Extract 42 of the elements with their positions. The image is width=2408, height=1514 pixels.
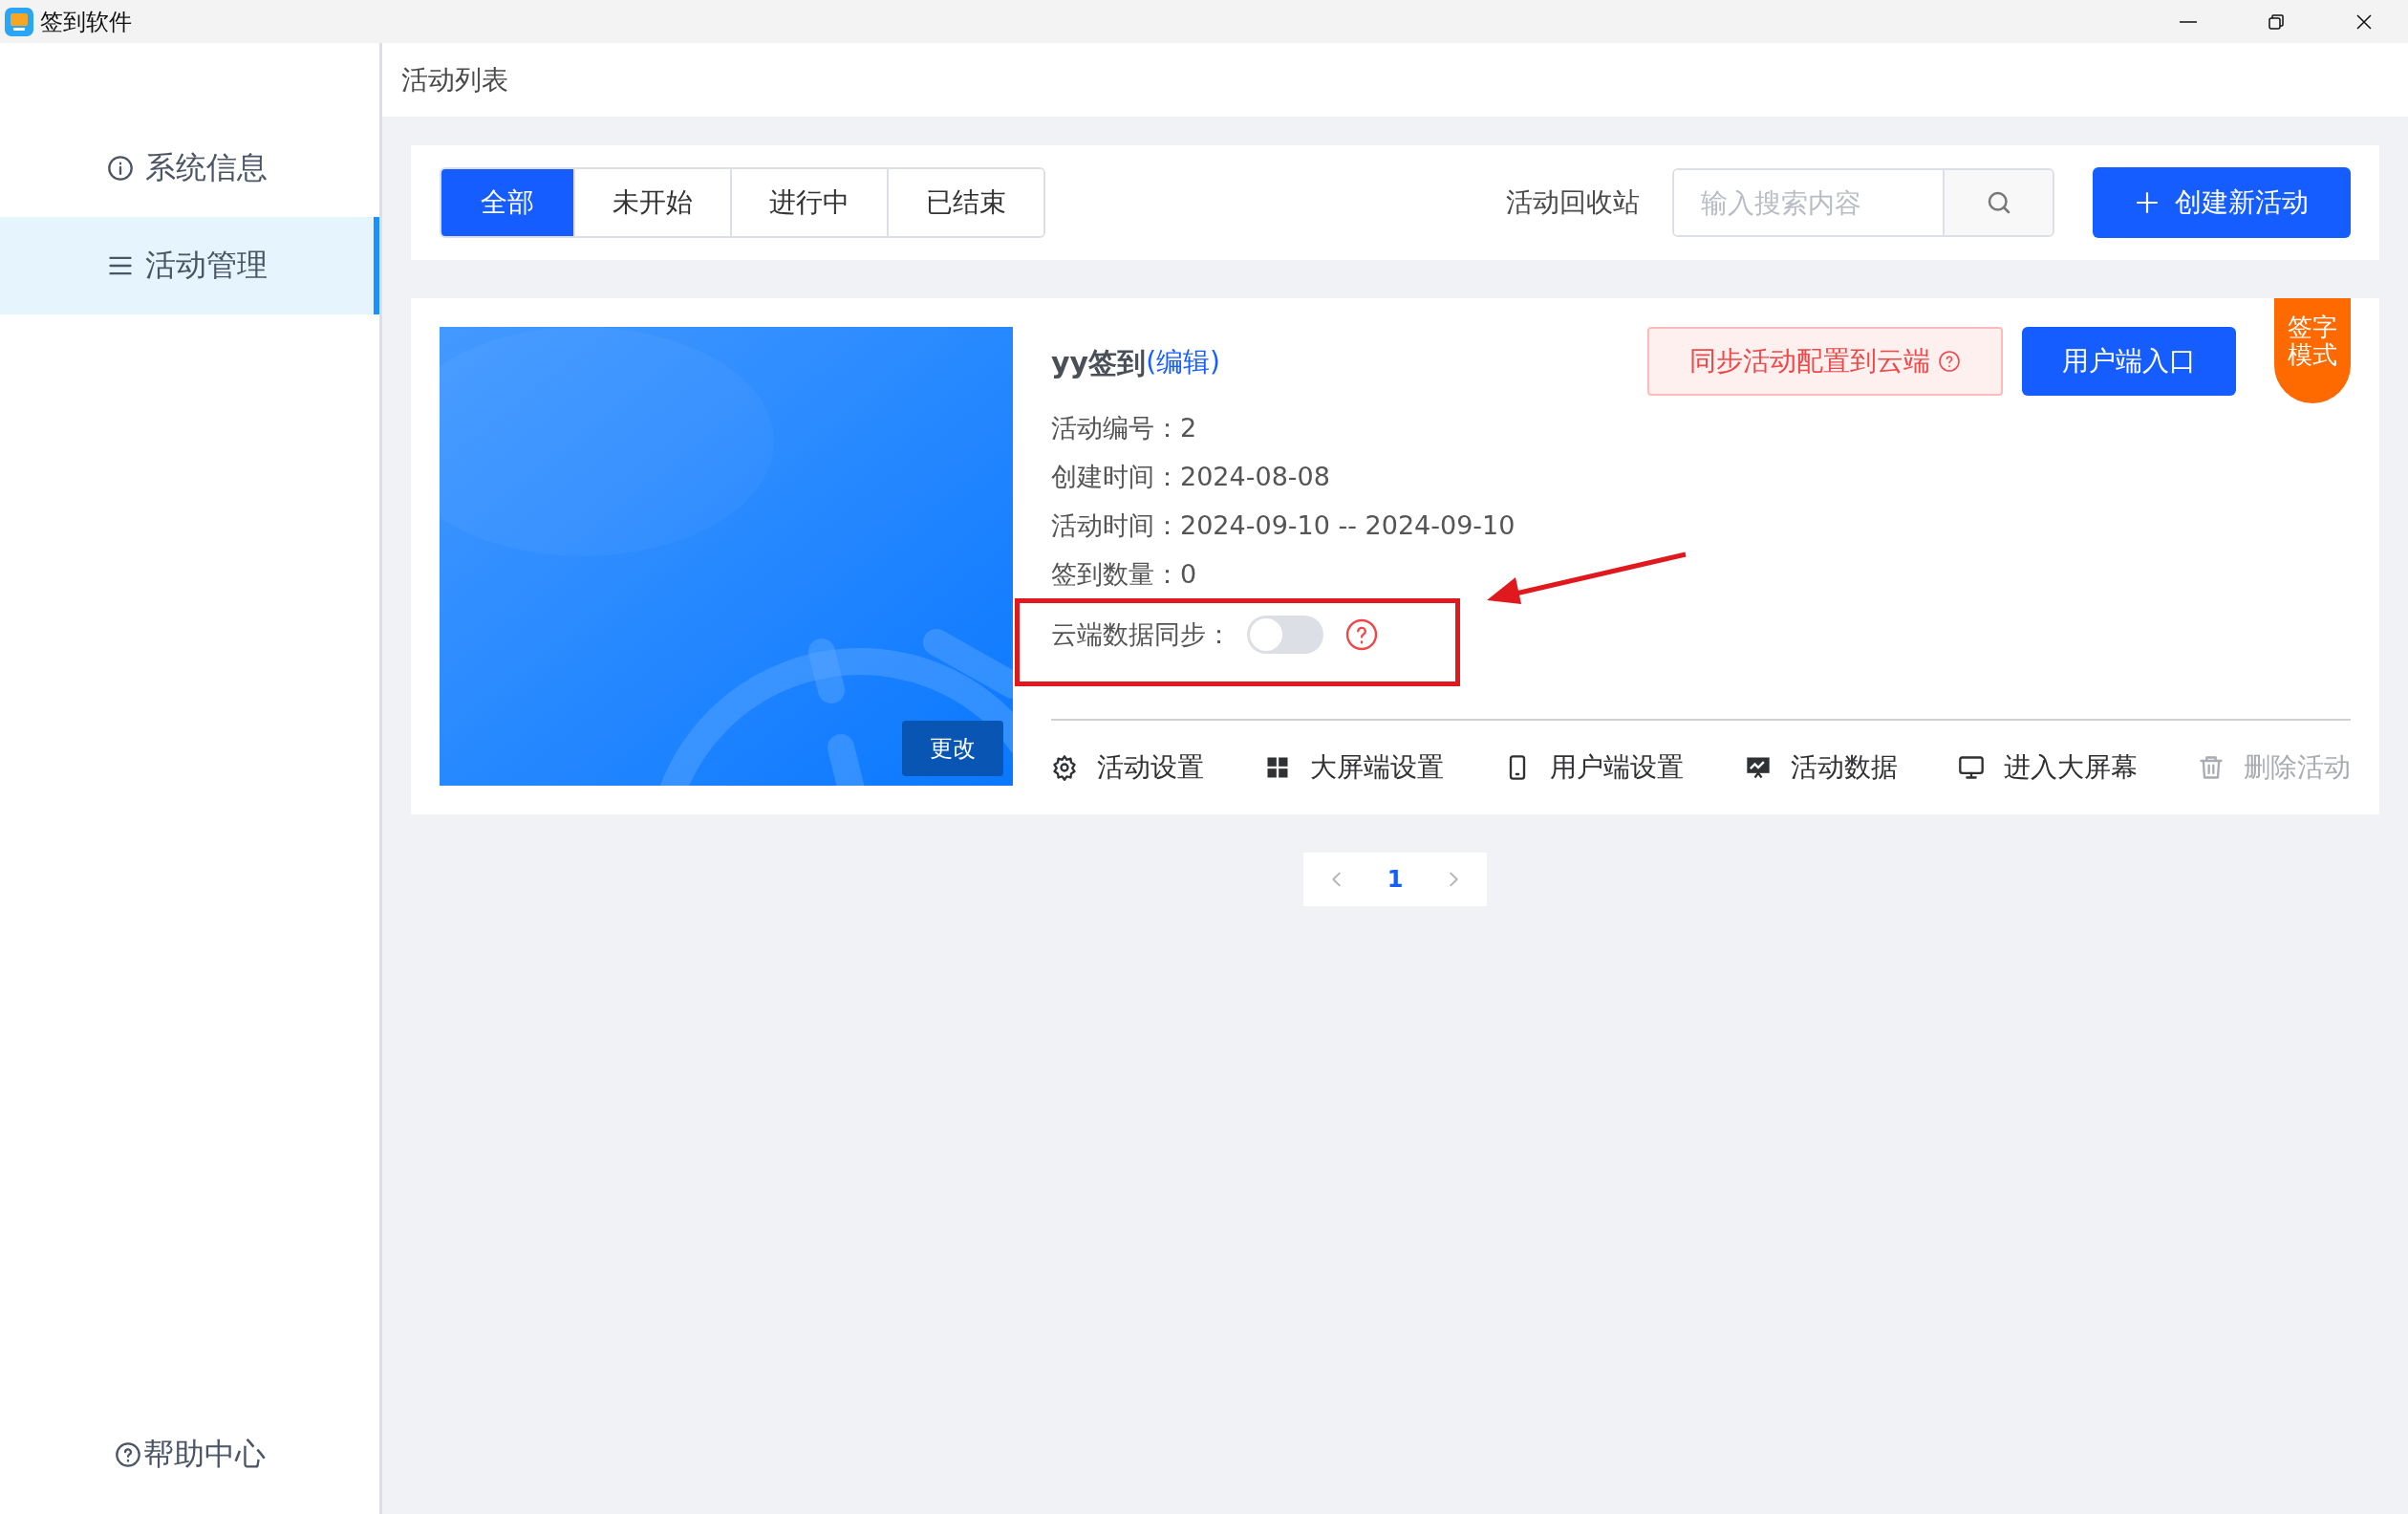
action-link[interactable]: 活动设置 bbox=[1051, 749, 1204, 786]
sidebar-item-label: 系统信息 bbox=[144, 148, 268, 187]
help-center-link[interactable]: 帮助中心 bbox=[0, 1434, 379, 1476]
monitor-icon bbox=[1957, 754, 1985, 781]
info-line: 活动时间：2024-09-10 -- 2024-09-10 bbox=[1051, 508, 1516, 542]
status-tab[interactable]: 已结束 bbox=[887, 169, 1043, 236]
action-link[interactable]: 用户端设置 bbox=[1504, 749, 1685, 786]
trash-icon bbox=[2197, 754, 2225, 781]
action-link[interactable]: 大屏端设置 bbox=[1264, 749, 1445, 786]
gear-icon bbox=[1051, 754, 1078, 781]
info-line: 创建时间：2024-08-08 bbox=[1051, 460, 1330, 493]
recycle-bin-link[interactable]: 活动回收站 bbox=[1500, 184, 1645, 222]
sidebar-item-label: 活动管理 bbox=[144, 246, 268, 285]
search-field[interactable]: 输入搜索内容 bbox=[1672, 168, 2054, 237]
status-tab[interactable]: 全部 bbox=[441, 169, 573, 236]
sidebar-item[interactable]: 活动管理 bbox=[0, 217, 379, 314]
info-icon bbox=[106, 155, 134, 182]
cloud-sync-switch[interactable] bbox=[1247, 616, 1323, 654]
restore-icon bbox=[2267, 11, 2286, 32]
help-icon bbox=[1938, 350, 1961, 373]
window-title: 签到软件 bbox=[40, 7, 132, 37]
page-number[interactable]: 1 bbox=[1381, 865, 1409, 894]
action-link[interactable]: 活动数据 bbox=[1744, 749, 1898, 786]
help-icon[interactable] bbox=[1344, 617, 1379, 652]
info-line: 签到数量：0 bbox=[1051, 557, 1197, 591]
create-activity-button[interactable]: 创建新活动 bbox=[2093, 167, 2351, 238]
user-entry-button[interactable]: 用户端入口 bbox=[2022, 327, 2236, 396]
change-cover-button[interactable]: 更改 bbox=[902, 721, 1003, 776]
app-logo-icon bbox=[4, 6, 34, 37]
help-icon bbox=[114, 1441, 141, 1468]
help-center-label: 帮助中心 bbox=[142, 1435, 266, 1474]
search-button[interactable] bbox=[1943, 170, 2053, 235]
plus-icon bbox=[2135, 190, 2160, 215]
edit-link[interactable]: (编辑) bbox=[1146, 344, 1220, 380]
close-icon bbox=[2354, 11, 2374, 32]
info-line: 活动编号：2 bbox=[1051, 411, 1197, 444]
page-title: 活动列表 bbox=[382, 43, 2408, 117]
minimize-icon bbox=[2180, 20, 2197, 23]
mode-badge: 签字模式 bbox=[2274, 298, 2351, 403]
cloud-sync-label: 云端数据同步： bbox=[1051, 618, 1232, 651]
activity-name: yy签到 bbox=[1051, 345, 1147, 381]
action-link[interactable]: 进入大屏幕 bbox=[1957, 749, 2138, 786]
